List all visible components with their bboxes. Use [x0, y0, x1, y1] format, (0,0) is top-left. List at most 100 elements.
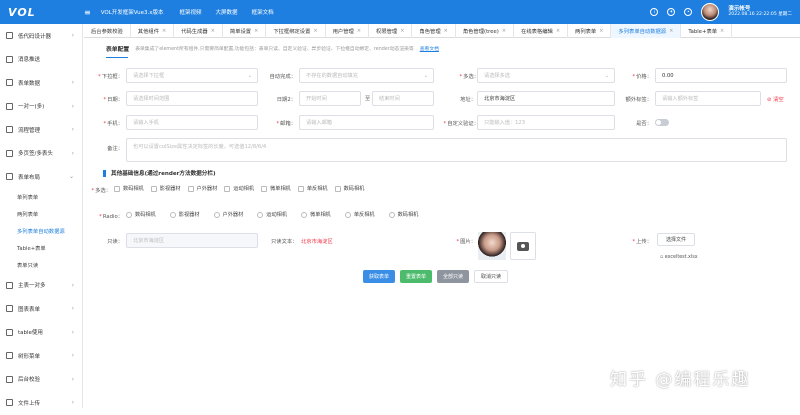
shield-icon	[6, 376, 13, 383]
tab-backend-validation[interactable]: 后台参数校验	[84, 24, 131, 38]
tab-code-generator[interactable]: 代码生成器×	[174, 24, 223, 38]
email-input[interactable]: 请输入邮箱	[299, 115, 434, 130]
dropdown-select[interactable]: 请选择下拉框⌄	[126, 68, 258, 83]
radio-option[interactable]: 数码相机	[126, 211, 156, 218]
sidebar-item-tree[interactable]: 树形菜单›	[0, 344, 82, 368]
close-icon[interactable]: ×	[400, 28, 404, 34]
tab-dropdown-binding[interactable]: 下拉框绑定设置×	[266, 24, 325, 38]
sidebar-subitem[interactable]: 两列表单	[0, 206, 82, 223]
close-icon[interactable]: ×	[556, 28, 560, 34]
image-upload-box[interactable]	[510, 232, 536, 260]
close-icon[interactable]: ×	[313, 28, 317, 34]
checkbox-option[interactable]: 单反相机	[298, 185, 328, 192]
custom-validation-input[interactable]: 只能输入值：123	[477, 115, 615, 130]
doc-link[interactable]: 查看文档	[420, 45, 439, 52]
menu-toggle-icon[interactable]: ≡	[84, 8, 91, 17]
top-nav: 框架视频 大屏数据 框架文档	[180, 8, 274, 16]
close-icon[interactable]: ×	[599, 28, 603, 34]
uploaded-file-link[interactable]: ▫ exceltest.xlsx	[660, 255, 698, 260]
chevron-right-icon: ›	[72, 376, 74, 383]
close-icon[interactable]: ×	[669, 28, 673, 34]
dropdown-label: *下拉框：	[84, 72, 123, 80]
tab-role-tree[interactable]: 角色管理(tree)×	[456, 24, 514, 38]
checkbox-option[interactable]: 数码相机	[114, 185, 144, 192]
close-icon[interactable]: ×	[720, 28, 724, 34]
logo: VOL	[0, 0, 84, 24]
clear-link[interactable]: ⊘ 清空	[767, 95, 784, 103]
sidebar-item-master[interactable]: 主表一对多›	[0, 274, 82, 298]
chevron-right-icon: ›	[72, 126, 74, 133]
close-icon[interactable]: ×	[357, 28, 361, 34]
sidebar-subitem-active[interactable]: 多列表单自动数据源	[0, 223, 82, 240]
sidebar-subitem[interactable]: Table+表单	[0, 240, 82, 257]
sidebar-item-upload[interactable]: 文件上传›	[0, 391, 82, 415]
date2-start-input[interactable]: 开始时间	[299, 91, 361, 106]
bell-icon[interactable]: •	[684, 8, 692, 16]
checkbox-option[interactable]: 数码相机	[335, 185, 365, 192]
extra-input[interactable]: 请输入额外标签	[655, 91, 761, 106]
tab-multi-column-form[interactable]: 多列表单自动数据源×	[611, 24, 681, 38]
close-icon[interactable]: ×	[444, 28, 448, 34]
sidebar-item-lowcode[interactable]: 低代码设计器›	[0, 24, 82, 48]
chevron-right-icon: ›	[72, 399, 74, 406]
radio-option[interactable]: 单反相机	[345, 211, 375, 218]
date2-end-input[interactable]: 结束时间	[372, 91, 434, 106]
radio-option[interactable]: 影视器材	[170, 211, 200, 218]
address-input[interactable]: 北京市海淀区	[477, 91, 615, 106]
sidebar-item-multitab[interactable]: 多页签/多表头›	[0, 142, 82, 166]
radio-option[interactable]: 数码相机	[389, 211, 419, 218]
tab-two-column-form[interactable]: 两列表单×	[568, 24, 611, 38]
sidebar-item-layout[interactable]: 表单布局⌄	[0, 165, 82, 189]
tab-permission[interactable]: 权限管理×	[369, 24, 412, 38]
tab-simple-settings[interactable]: 简单设置×	[223, 24, 266, 38]
nav-docs-link[interactable]: 框架文档	[252, 8, 274, 16]
close-icon[interactable]: ×	[254, 28, 258, 34]
checkbox-option[interactable]: 户外器材	[188, 185, 218, 192]
radio-option[interactable]: 微单相机	[301, 211, 331, 218]
tab-other-components[interactable]: 其他组件×	[131, 24, 174, 38]
sidebar-item-onetoone[interactable]: 一对一(多)›	[0, 95, 82, 119]
close-icon[interactable]: ×	[211, 28, 215, 34]
sidebar-item-table[interactable]: table使用›	[0, 321, 82, 345]
phone-input[interactable]: 请输入手机	[126, 115, 258, 130]
autocomplete-input[interactable]: 不存在的数据自动填充⌄	[299, 68, 434, 83]
nav-dashboard-link[interactable]: 大屏数据	[216, 8, 238, 16]
close-icon[interactable]: ×	[162, 28, 166, 34]
checkbox-option[interactable]: 微单相机	[261, 185, 291, 192]
sidebar-item-workflow[interactable]: 流程管理›	[0, 118, 82, 142]
radio-option[interactable]: 户外器材	[214, 211, 244, 218]
uploaded-image[interactable]	[478, 232, 506, 260]
get-form-button[interactable]: 获取表单	[363, 270, 395, 283]
date-range-input[interactable]: 请选择时间范围	[126, 91, 258, 106]
cancel-readonly-button[interactable]: 取消只读	[474, 270, 508, 283]
sidebar-item-validation[interactable]: 后台校验›	[0, 368, 82, 392]
sidebar-subitem[interactable]: 表单只读	[0, 257, 82, 274]
chevron-down-icon: ⌄	[605, 73, 609, 79]
choose-file-button[interactable]: 选择文件	[657, 233, 695, 246]
radio-option[interactable]: 运动相机	[257, 211, 287, 218]
reset-form-button[interactable]: 重置表单	[400, 270, 432, 283]
sidebar-item-message[interactable]: 消息推送	[0, 48, 82, 72]
sidebar-item-chart[interactable]: 图表表单›	[0, 297, 82, 321]
settings-icon[interactable]: ✦	[667, 8, 675, 16]
multi-select-label: *多选：	[439, 72, 479, 80]
tab-user-management[interactable]: 用户管理×	[326, 24, 369, 38]
nav-video-link[interactable]: 框架视频	[180, 8, 202, 16]
tab-online-table[interactable]: 在线表格编辑×	[514, 24, 568, 38]
sidebar-subitem[interactable]: 单列表单	[0, 189, 82, 206]
yesno-toggle[interactable]	[655, 119, 669, 126]
avatar[interactable]	[701, 3, 719, 21]
all-readonly-button[interactable]: 全部只读	[437, 270, 469, 283]
info-icon[interactable]: i	[650, 8, 658, 16]
tab-table-form[interactable]: Table+表单×	[681, 24, 732, 38]
checkbox-option[interactable]: 运动相机	[224, 185, 254, 192]
price-input[interactable]: 0.00	[655, 68, 787, 83]
tab-role[interactable]: 角色管理×	[412, 24, 455, 38]
multi-select[interactable]: 请选择多选⌄	[477, 68, 615, 83]
master-icon	[6, 282, 13, 289]
close-icon[interactable]: ×	[502, 28, 506, 34]
checkbox-option[interactable]: 影视器材	[151, 185, 181, 192]
table-icon	[6, 329, 13, 336]
remark-textarea[interactable]: 也可以设置colSize属性决定标签的长度，可选值12/8/6/4	[126, 138, 787, 162]
sidebar-item-formdata[interactable]: 表单数据›	[0, 71, 82, 95]
